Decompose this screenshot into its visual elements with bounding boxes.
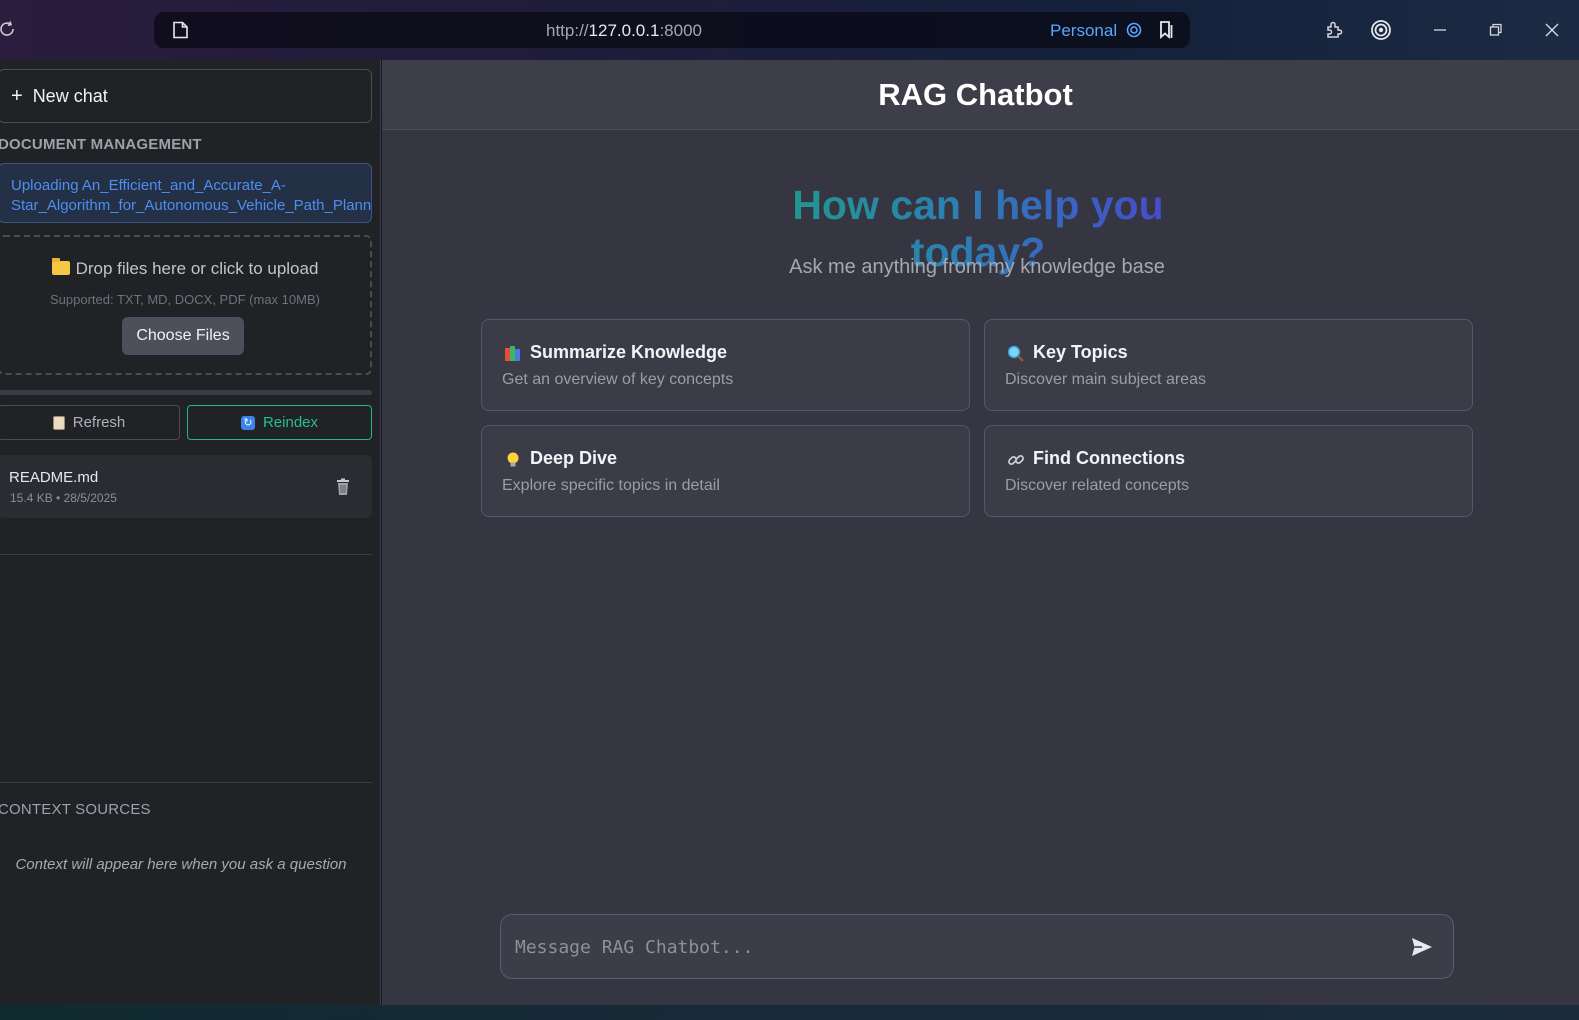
card-description: Explore specific topics in detail: [502, 477, 720, 494]
reindex-label: Reindex: [262, 414, 319, 431]
document-management-title: DOCUMENT MANAGEMENT: [0, 136, 202, 153]
refresh-label: Refresh: [72, 414, 126, 431]
page-title: RAG Chatbot: [878, 76, 1073, 112]
browser-titlebar: http://127.0.0.1:8000 Personal: [0, 0, 1579, 60]
divider: [0, 554, 372, 555]
card-description: Discover main subject areas: [1005, 371, 1206, 388]
upload-status-line1: Uploading An_Efficient_and_Accurate_A-: [11, 177, 286, 194]
choose-files-button[interactable]: Choose Files: [122, 317, 244, 355]
magnifier-icon: [1007, 345, 1024, 362]
supported-formats-text: Supported: TXT, MD, DOCX, PDF (max 10MB): [50, 292, 320, 307]
suggestion-card-deep-dive[interactable]: Deep Dive Explore specific topics in det…: [481, 425, 970, 517]
dropzone-text: Drop files here or click to upload: [0, 258, 370, 279]
card-description: Discover related concepts: [1005, 477, 1190, 494]
page-icon: [173, 21, 188, 39]
books-icon: [505, 346, 520, 361]
profile-icon[interactable]: [1126, 21, 1142, 39]
file-name: README.md: [9, 469, 99, 486]
divider: [0, 782, 372, 783]
message-input[interactable]: [515, 933, 1385, 961]
upload-progress-bar: [0, 390, 372, 395]
upload-status-line2: Star_Algorithm_for_Autonomous_Vehicle_Pa…: [11, 197, 372, 214]
suggestion-card-key-topics[interactable]: Key Topics Discover main subject areas: [984, 319, 1473, 411]
card-title: Summarize Knowledge: [530, 342, 728, 362]
bookmark-icon[interactable]: [1157, 20, 1175, 40]
link-icon: [1008, 455, 1024, 465]
trash-icon[interactable]: [335, 478, 351, 496]
plus-icon: +: [11, 84, 23, 107]
restore-icon[interactable]: [1485, 19, 1507, 41]
minimize-icon[interactable]: [1429, 19, 1451, 41]
new-chat-button[interactable]: + New chat: [0, 69, 372, 123]
chat-main: RAG Chatbot How can I help you today? As…: [382, 60, 1579, 1005]
reload-icon[interactable]: [0, 20, 16, 38]
card-title: Deep Dive: [530, 448, 618, 468]
context-sources-title: CONTEXT SOURCES: [0, 801, 151, 818]
cycle-icon: ↻: [240, 415, 255, 430]
close-icon[interactable]: [1541, 19, 1563, 41]
file-meta: 15.4 KB • 28/5/2025: [10, 491, 117, 505]
address-bar[interactable]: http://127.0.0.1:8000 Personal: [154, 12, 1190, 48]
refresh-button[interactable]: Refresh: [0, 405, 180, 440]
copilot-icon[interactable]: [1370, 19, 1392, 41]
folder-icon: [51, 258, 70, 275]
suggestion-card-find-connections[interactable]: Find Connections Discover related concep…: [984, 425, 1473, 517]
url-text[interactable]: http://127.0.0.1:8000: [546, 21, 702, 41]
welcome-subtitle: Ask me anything from my knowledge base: [789, 256, 1165, 278]
card-description: Get an overview of key concepts: [502, 371, 734, 388]
sidebar: + New chat DOCUMENT MANAGEMENT Uploading…: [0, 60, 381, 1005]
new-chat-label: New chat: [32, 85, 108, 106]
message-composer: [500, 914, 1454, 979]
context-empty-text: Context will appear here when you ask a …: [15, 856, 347, 873]
send-icon[interactable]: [1411, 937, 1433, 957]
clipboard-icon: [52, 415, 65, 430]
upload-status: Uploading An_Efficient_and_Accurate_A- S…: [0, 163, 372, 223]
chat-header: RAG Chatbot: [382, 60, 1579, 130]
file-dropzone[interactable]: Drop files here or click to upload Suppo…: [0, 235, 372, 375]
file-list-item[interactable]: README.md 15.4 KB • 28/5/2025: [0, 455, 372, 518]
card-title: Key Topics: [1033, 342, 1128, 362]
lightbulb-icon: [507, 452, 519, 467]
desktop-background: [0, 1005, 1579, 1020]
suggestion-card-summarize[interactable]: Summarize Knowledge Get an overview of k…: [481, 319, 970, 411]
profile-label[interactable]: Personal: [1050, 21, 1117, 41]
card-title: Find Connections: [1033, 448, 1185, 468]
extensions-icon[interactable]: [1323, 19, 1345, 41]
reindex-button[interactable]: ↻ Reindex: [187, 405, 372, 440]
